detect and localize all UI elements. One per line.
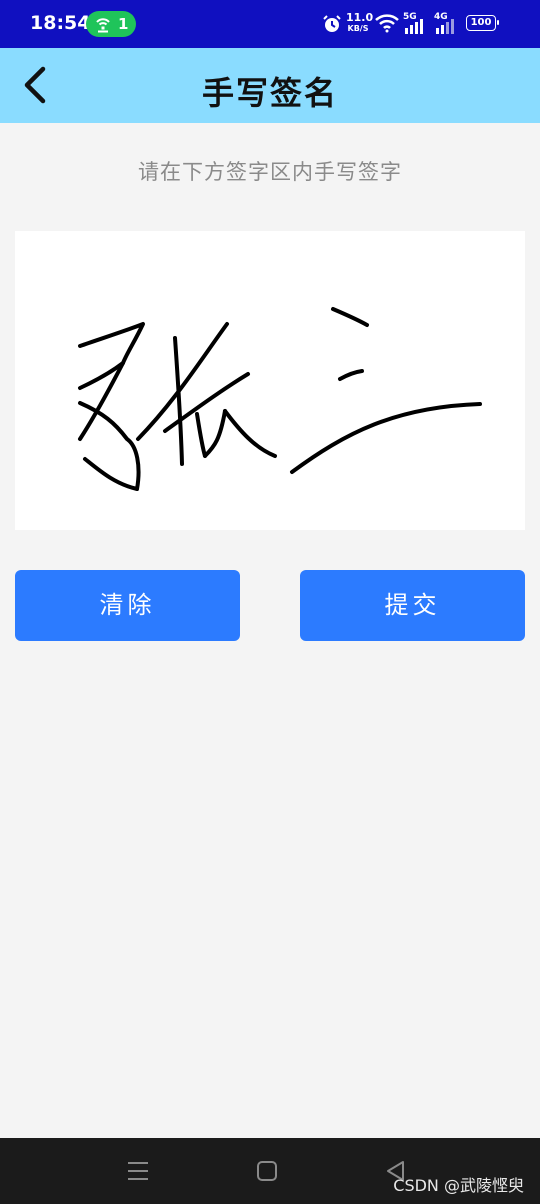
signature-stroke xyxy=(78,401,141,491)
signature-strokes xyxy=(78,307,482,491)
clear-button[interactable]: 清除 xyxy=(15,570,240,641)
signal-4g-icon: 4G xyxy=(434,12,460,34)
signature-stroke xyxy=(136,322,229,441)
signature-hint: 请在下方签字区内手写签字 xyxy=(138,160,402,184)
battery-level: 100 xyxy=(470,17,492,28)
hotspot-count: 1 xyxy=(118,15,129,33)
signature-stroke xyxy=(290,402,482,474)
submit-button[interactable]: 提交 xyxy=(300,570,525,641)
app-header: 手写签名 xyxy=(0,48,540,123)
home-icon[interactable] xyxy=(254,1158,280,1184)
battery-icon: 100 xyxy=(466,15,499,31)
watermark: CSDN @武陵悭臾 xyxy=(393,1176,524,1195)
signature-stroke xyxy=(203,409,227,458)
signal-5g-icon: 5G xyxy=(403,12,429,34)
signature-pad[interactable] xyxy=(15,231,525,530)
signature-stroke xyxy=(331,307,369,327)
signature-stroke xyxy=(338,369,364,381)
wifi-icon xyxy=(375,14,399,33)
net-speed-unit: KB/S xyxy=(347,24,369,33)
net-speed: 11.0 KB/S xyxy=(346,12,373,34)
signature-stroke xyxy=(78,322,145,390)
alarm-icon xyxy=(323,15,341,32)
page-title: 手写签名 xyxy=(201,74,338,112)
menu-icon[interactable] xyxy=(125,1158,151,1184)
hotspot-icon xyxy=(96,18,110,33)
signature-stroke xyxy=(195,412,207,458)
status-time: 18:54 xyxy=(30,12,91,34)
signature-stroke xyxy=(173,336,184,466)
hotspot-pill[interactable]: 1 xyxy=(86,11,136,37)
status-bar: 18:54 1 11.0 KB/S 5G 4G 100 xyxy=(0,0,540,48)
signature-stroke xyxy=(223,409,277,458)
